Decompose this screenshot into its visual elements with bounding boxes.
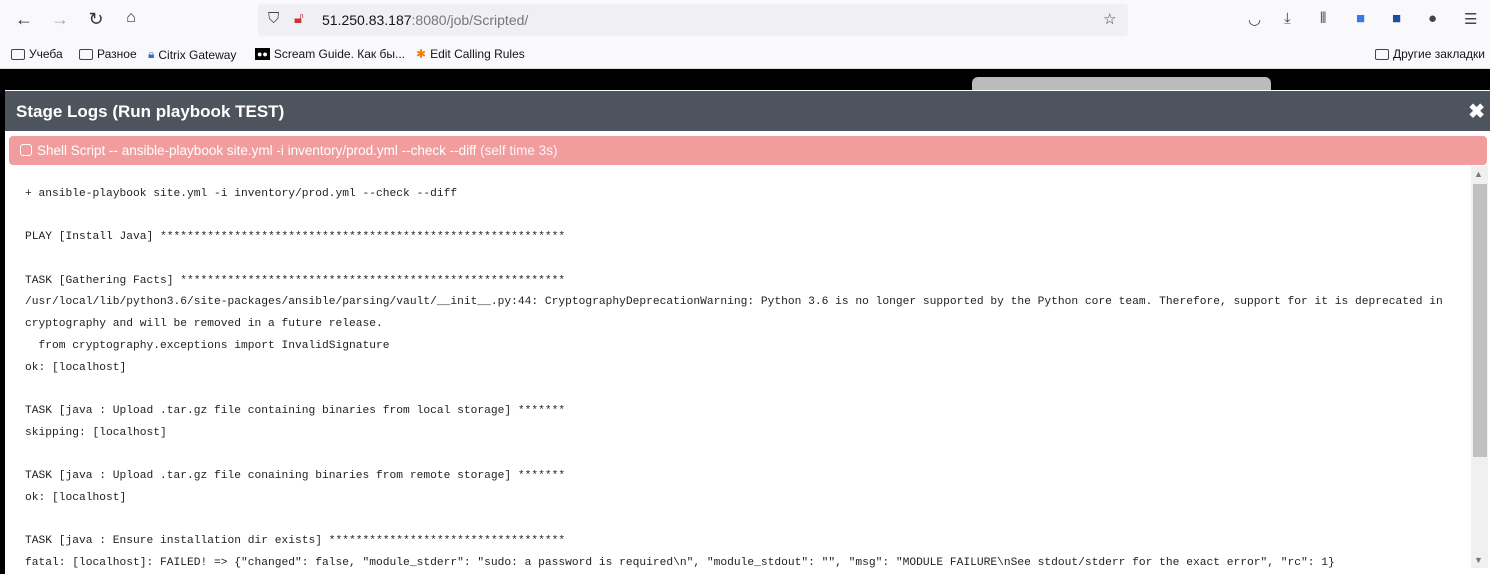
bookmark-citrix[interactable]: 🔒︎ Citrix Gateway (148, 47, 236, 62)
menu-icon[interactable]: ☰ (1464, 10, 1477, 28)
star-icon[interactable]: ☆ (1103, 10, 1116, 28)
bookmark-label: Разное (97, 47, 137, 61)
bookmarks-bar: Учеба Разное 🔒︎ Citrix Gateway ●● Scream G… (0, 41, 1490, 69)
modal-title: Stage Logs (Run playbook TEST) (16, 102, 285, 121)
close-icon[interactable]: ✖ (1468, 99, 1485, 124)
log-line: TASK [java : Upload .tar.gz file contain… (25, 404, 566, 417)
home-icon[interactable]: ⌂ (119, 9, 143, 27)
bookmark-label: Scream Guide. Как бы... (273, 47, 405, 61)
url-bar[interactable]: ⛉ 🔓︎ 51.250.83.187:8080/job/Scripted/ ☆ (258, 4, 1128, 36)
bookmark-raznoe[interactable]: Разное (79, 47, 137, 61)
scrollbar[interactable]: ▲ ▼ (1471, 166, 1488, 568)
log-line: /usr/local/lib/python3.6/site-packages/a… (25, 296, 1443, 309)
insecure-lock-icon[interactable]: 🔓︎ (294, 10, 304, 27)
extension-icon[interactable]: ● (1428, 10, 1437, 27)
bookmark-scream-guide[interactable]: ●● Scream Guide. Как бы... (255, 47, 405, 61)
folder-icon (1375, 48, 1389, 60)
log-line: PLAY [Install Java] ********************… (25, 231, 566, 244)
log-line: TASK [java : Ensure installation dir exi… (25, 535, 566, 547)
bookmark-label: Другие закладки (1393, 47, 1485, 61)
scroll-down-icon[interactable]: ▼ (1474, 555, 1483, 565)
asterisk-icon: ✱ (416, 47, 427, 61)
translate-icon[interactable]: ■ (1356, 10, 1365, 27)
log-line: ok: [localhost] (25, 361, 127, 374)
bookmark-label: Учеба (29, 47, 63, 61)
log-line: TASK [java : Upload .tar.gz file conaini… (25, 469, 566, 482)
folder-icon (11, 48, 25, 60)
download-icon[interactable]: ⤓ (1284, 10, 1291, 27)
lock-icon: 🔒︎ (148, 47, 155, 61)
library-icon[interactable]: ⫴ (1320, 10, 1326, 27)
bookmark-ucheba[interactable]: Учеба (11, 47, 63, 61)
url-host: 51.250.83.187 (322, 12, 412, 28)
log-line: ok: [localhost] (25, 491, 127, 504)
other-bookmarks[interactable]: Другие закладки (1375, 47, 1485, 61)
step-header[interactable]: Shell Script -- ansible-playbook site.ym… (9, 136, 1487, 165)
folder-icon (79, 48, 93, 60)
back-icon[interactable]: ← (12, 9, 36, 30)
forward-icon[interactable]: → (48, 9, 72, 30)
log-line: skipping: [localhost] (25, 426, 167, 439)
pocket-icon[interactable]: ◡ (1248, 10, 1261, 28)
log-line: cryptography and will be removed in a fu… (25, 318, 383, 331)
bitwarden-icon[interactable]: ■ (1392, 10, 1401, 27)
browser-toolbar: ← → ↻ ⌂ ⛉ 🔓︎ 51.250.83.187:8080/job/Scri… (0, 0, 1490, 41)
stage-logs-modal: Stage Logs (Run playbook TEST) ✖ Shell S… (5, 90, 1490, 574)
shield-icon[interactable]: ⛉ (268, 10, 279, 27)
scrollbar-thumb[interactable] (1473, 184, 1487, 457)
reload-icon[interactable]: ↻ (84, 9, 108, 30)
bookmark-edit-calling-rules[interactable]: ✱ Edit Calling Rules (416, 47, 525, 61)
log-line: fatal: [localhost]: FAILED! => {"changed… (25, 556, 1335, 569)
bookmark-label: Citrix Gateway (158, 47, 237, 62)
step-time: (self time 3s) (480, 143, 558, 158)
url-path: :8080/job/Scripted/ (411, 12, 529, 28)
scroll-up-icon[interactable]: ▲ (1474, 169, 1483, 179)
bookmark-label: Edit Calling Rules (430, 47, 525, 61)
log-line: from cryptography.exceptions import Inva… (25, 339, 390, 352)
modal-header: Stage Logs (Run playbook TEST) ✖ (5, 91, 1490, 131)
log-output: + ansible-playbook site.yml -i inventory… (25, 184, 1465, 574)
collapse-icon[interactable] (20, 144, 32, 156)
log-line: TASK [Gathering Facts] *****************… (25, 274, 566, 287)
log-line: + ansible-playbook site.yml -i inventory… (25, 188, 458, 200)
medium-icon: ●● (255, 48, 270, 60)
step-label: Shell Script -- ansible-playbook site.ym… (37, 143, 477, 158)
